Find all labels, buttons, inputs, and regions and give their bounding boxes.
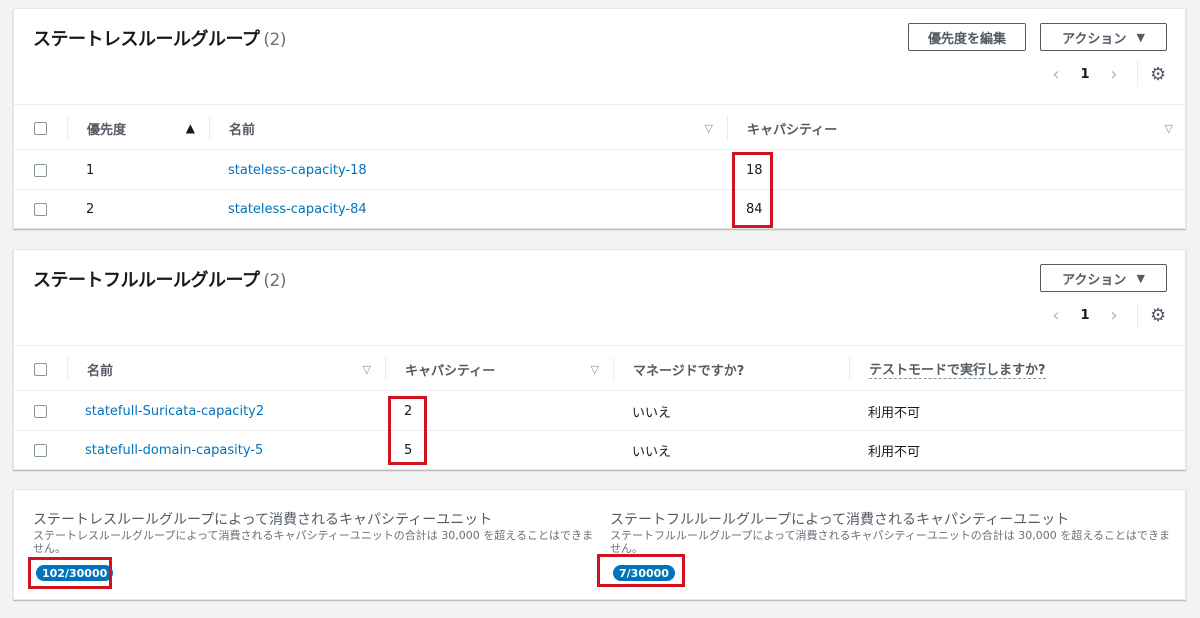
th-name[interactable]: 名前 ▽	[67, 357, 385, 381]
highlight-box-stateless-capacity	[732, 152, 773, 228]
stateless-rule-groups-panel: ステートレスルールグループ (2) 優先度を編集 アクション ▼ ‹ 1 › ⚙ …	[13, 8, 1186, 229]
th-name[interactable]: 名前 ▽	[209, 116, 727, 140]
row-checkbox[interactable]	[34, 444, 47, 457]
th-name-label: 名前	[229, 122, 256, 138]
priority-cell: 1	[86, 163, 95, 178]
priority-cell: 2	[86, 202, 95, 217]
rule-group-name-link[interactable]: statefull-domain-capasity-5	[85, 431, 263, 470]
highlight-box-stateless-badge	[28, 557, 112, 589]
row-checkbox[interactable]	[34, 164, 47, 177]
stateful-rule-groups-panel: ステートフルルールグループ (2) アクション ▼ ‹ 1 › ⚙ 名前 ▽ キャ…	[13, 249, 1186, 470]
sort-icon[interactable]: ▽	[705, 122, 713, 135]
pager-divider	[1137, 61, 1138, 87]
th-priority[interactable]: 優先度 ▲	[67, 116, 209, 140]
chevron-right-icon[interactable]: ›	[1099, 64, 1129, 85]
stateful-table-header: 名前 ▽ キャパシティー ▽ マネージドですか? テストモードで実行しますか?	[14, 345, 1185, 391]
test-mode-cell: 利用不可	[868, 445, 921, 460]
gear-icon[interactable]: ⚙	[1150, 64, 1166, 85]
stateless-title-text: ステートレスルールグループ	[33, 29, 260, 50]
sort-icon[interactable]: ▽	[363, 363, 371, 376]
sort-ascending-icon[interactable]: ▲	[186, 121, 195, 135]
th-capacity[interactable]: キャパシティー ▽	[385, 357, 613, 381]
table-row: statefull-domain-capasity-5 5 いいえ 利用不可	[14, 431, 1185, 470]
table-row: statefull-Suricata-capacity2 2 いいえ 利用不可	[14, 392, 1185, 431]
pager-divider	[1137, 302, 1138, 328]
table-row: 1 stateless-capacity-18 18	[14, 151, 1185, 190]
th-capacity[interactable]: キャパシティー ▽	[727, 116, 1187, 140]
th-test-mode-label[interactable]: テストモードで実行しますか?	[869, 359, 1046, 379]
stateful-count: (2)	[263, 271, 287, 291]
th-name-label: 名前	[87, 363, 114, 379]
th-capacity-label: キャパシティー	[405, 363, 496, 379]
stateless-count: (2)	[263, 30, 287, 50]
gear-icon[interactable]: ⚙	[1150, 305, 1166, 326]
stateless-panel-title: ステートレスルールグループ (2)	[33, 25, 287, 51]
select-all-checkbox[interactable]	[34, 362, 47, 376]
stateful-title-text: ステートフルルールグループ	[33, 270, 260, 291]
select-all-cell	[34, 346, 47, 392]
page-number[interactable]: 1	[1071, 308, 1099, 323]
stateless-capacity-title: ステートレスルールグループによって消費されるキャパシティーユニット	[33, 512, 493, 528]
stateful-capacity-title: ステートフルルールグループによって消費されるキャパシティーユニット	[610, 512, 1070, 528]
stateless-pagination: ‹ 1 › ⚙	[1041, 61, 1166, 87]
chevron-right-icon[interactable]: ›	[1099, 305, 1129, 326]
rule-group-name-link[interactable]: stateless-capacity-18	[228, 151, 367, 190]
th-managed: マネージドですか?	[613, 357, 849, 381]
row-checkbox[interactable]	[34, 405, 47, 418]
th-capacity-label: キャパシティー	[747, 122, 838, 138]
row-checkbox[interactable]	[34, 203, 47, 216]
managed-cell: いいえ	[632, 406, 672, 421]
chevron-left-icon[interactable]: ‹	[1041, 305, 1071, 326]
actions-label: アクション	[1062, 31, 1127, 47]
highlight-box-stateful-capacity	[388, 396, 427, 465]
stateless-actions-button[interactable]: アクション ▼	[1040, 23, 1167, 51]
edit-priority-label: 優先度を編集	[927, 31, 1006, 47]
select-all-checkbox[interactable]	[34, 121, 47, 135]
sort-icon[interactable]: ▽	[591, 363, 599, 376]
sort-icon[interactable]: ▽	[1165, 122, 1173, 135]
stateless-table-header: 優先度 ▲ 名前 ▽ キャパシティー ▽	[14, 104, 1185, 150]
page-number[interactable]: 1	[1071, 67, 1099, 82]
table-row: 2 stateless-capacity-84 84	[14, 190, 1185, 229]
actions-label: アクション	[1062, 272, 1127, 288]
test-mode-cell: 利用不可	[868, 406, 921, 421]
edit-priority-button[interactable]: 優先度を編集	[908, 23, 1026, 51]
rule-group-name-link[interactable]: stateless-capacity-84	[228, 190, 367, 229]
stateful-pagination: ‹ 1 › ⚙	[1041, 302, 1166, 328]
select-all-cell	[34, 105, 47, 151]
stateless-capacity-desc: ステートレスルールグループによって消費されるキャパシティーユニットの合計は 30…	[33, 529, 593, 555]
caret-down-icon: ▼	[1136, 30, 1145, 44]
th-test-mode: テストモードで実行しますか?	[849, 357, 1187, 381]
th-priority-label: 優先度	[87, 122, 127, 138]
th-managed-label: マネージドですか?	[633, 363, 745, 379]
managed-cell: いいえ	[632, 445, 672, 460]
rule-group-name-link[interactable]: statefull-Suricata-capacity2	[85, 392, 264, 431]
chevron-left-icon[interactable]: ‹	[1041, 64, 1071, 85]
stateful-panel-title: ステートフルルールグループ (2)	[33, 266, 287, 292]
stateful-actions-button[interactable]: アクション ▼	[1040, 264, 1167, 292]
highlight-box-stateful-badge	[597, 554, 685, 587]
stateful-capacity-desc: ステートフルルールグループによって消費されるキャパシティーユニットの合計は 30…	[610, 529, 1170, 555]
caret-down-icon: ▼	[1136, 271, 1145, 285]
